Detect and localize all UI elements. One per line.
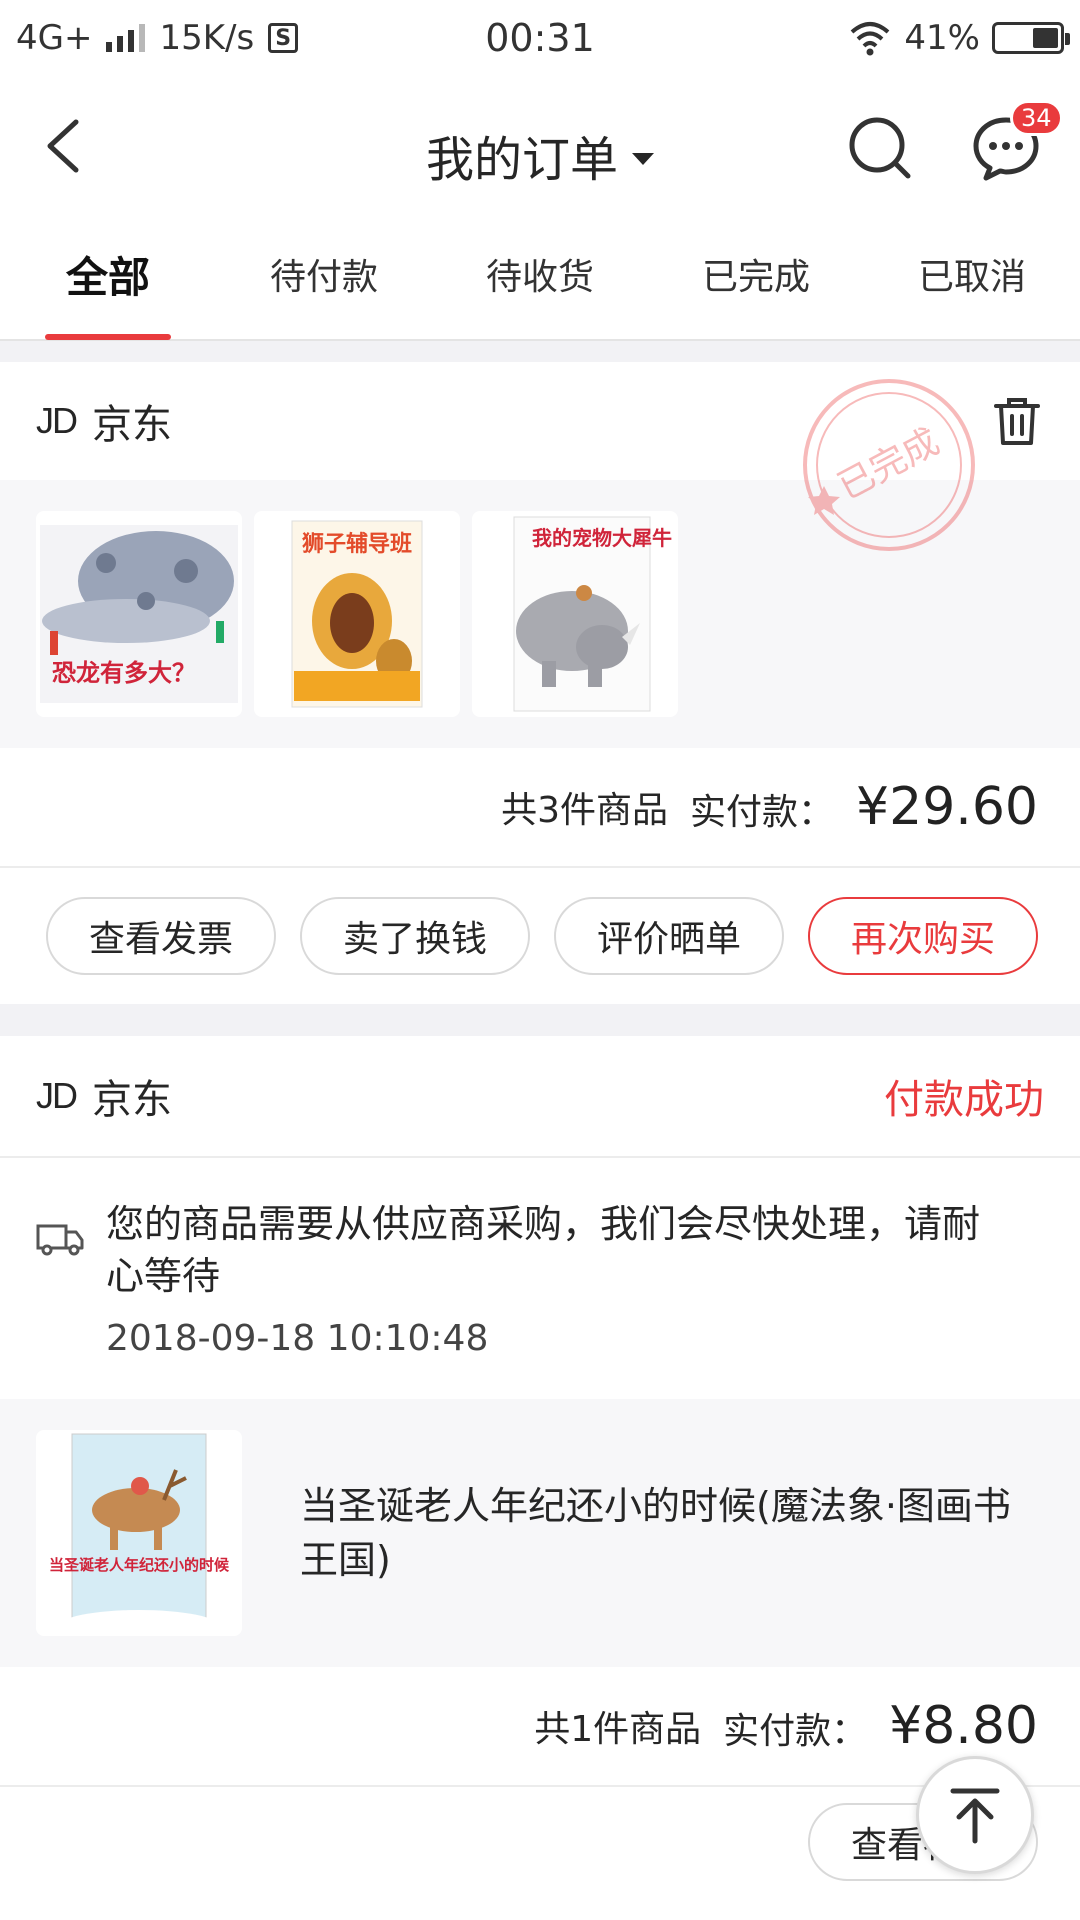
status-bar: 4G+ 15K/s S 00:31 41% (0, 0, 1080, 76)
battery-percent: 41% (904, 18, 980, 58)
back-to-top-button[interactable] (916, 1756, 1034, 1874)
truck-icon (36, 1224, 84, 1256)
message-badge: 34 (1010, 100, 1063, 136)
search-icon[interactable] (844, 112, 916, 184)
tab-all[interactable]: 全部 (0, 215, 216, 340)
arrow-up-icon (950, 1788, 1000, 1844)
sell-for-cash-button[interactable]: 卖了换钱 (300, 897, 530, 975)
network-speed: 15K/s (159, 18, 255, 58)
battery-icon (992, 22, 1070, 54)
svg-text:我的宠物大犀牛: 我的宠物大犀牛 (532, 526, 672, 550)
item-count: 共3件商品 (501, 790, 669, 831)
jd-logo-icon: JD (36, 1075, 78, 1116)
product-title[interactable]: 当圣诞老人年纪还小的时候(魔法象·图画书王国) (300, 1479, 1020, 1587)
book-cover-lion: 狮子辅导班 (291, 520, 423, 708)
product-cover[interactable]: 恐龙有多大？ (36, 511, 242, 717)
shop-row: JD 京东 已完成 (0, 362, 1080, 551)
shop-name[interactable]: 京东 (92, 392, 172, 450)
tab-cancelled[interactable]: 已取消 (864, 215, 1080, 340)
order-price: ¥29.60 (856, 777, 1038, 837)
shop-name[interactable]: 京东 (92, 1067, 172, 1125)
active-tab-indicator (45, 334, 171, 340)
order-card[interactable]: JD 京东 付款成功 您的商品需要从供应商采购，我们会尽快处理，请耐心等待 20… (0, 1036, 1080, 1920)
item-count: 共1件商品 (534, 1709, 702, 1750)
order-summary: 共1件商品 实付款： ¥8.80 (0, 1667, 1080, 1787)
dropdown-caret-icon (632, 153, 654, 165)
paid-label: 实付款： (690, 792, 835, 833)
order-price: ¥8.80 (889, 1696, 1038, 1756)
signal-icon (106, 24, 146, 52)
tab-completed[interactable]: 已完成 (648, 215, 864, 340)
logistics-info[interactable]: 您的商品需要从供应商采购，我们会尽快处理，请耐心等待 2018-09-18 10… (0, 1156, 1080, 1399)
order-card[interactable]: JD 京东 已完成 恐龙有多大？ 狮子辅导班 我的宠物大犀牛 共3件商品 实付款… (0, 362, 1080, 1004)
logistics-time: 2018-09-18 10:10:48 (106, 1318, 489, 1359)
tab-pending-receipt[interactable]: 待收货 (432, 215, 648, 340)
buy-again-button[interactable]: 再次购买 (808, 897, 1038, 975)
book-cover-dinosaur: 恐龙有多大？ (40, 525, 238, 703)
wifi-icon (851, 22, 890, 56)
tab-pending-payment[interactable]: 待付款 (216, 215, 432, 340)
order-actions: 查看发票 卖了换钱 评价晒单 再次购买 (0, 868, 1080, 1004)
product-row[interactable]: 当圣诞老人年纪还小的时候 当圣诞老人年纪还小的时候(魔法象·图画书王国) (0, 1399, 1080, 1667)
svg-text:当圣诞老人年纪还小的时候: 当圣诞老人年纪还小的时候 (49, 1556, 230, 1574)
book-cover-reindeer: 当圣诞老人年纪还小的时候 (49, 1433, 230, 1636)
jd-logo-icon: JD (36, 400, 78, 441)
order-status: 付款成功 (884, 1077, 1044, 1123)
review-button[interactable]: 评价晒单 (554, 897, 784, 975)
order-summary: 共3件商品 实付款： ¥29.60 (0, 748, 1080, 868)
product-cover[interactable]: 狮子辅导班 (254, 511, 460, 717)
svg-text:狮子辅导班: 狮子辅导班 (302, 531, 412, 557)
logistics-message: 您的商品需要从供应商采购，我们会尽快处理，请耐心等待 (106, 1202, 981, 1298)
network-type: 4G+ (16, 18, 93, 58)
product-cover[interactable]: 当圣诞老人年纪还小的时候 (36, 1430, 242, 1636)
trash-icon[interactable] (990, 394, 1044, 448)
s-icon: S (268, 23, 299, 53)
view-invoice-button[interactable]: 查看发票 (46, 897, 276, 975)
paid-label: 实付款： (723, 1711, 868, 1752)
page-title[interactable]: 我的订单 (0, 120, 1080, 190)
svg-text:恐龙有多大？: 恐龙有多大？ (52, 659, 196, 687)
order-tabs: 全部 待付款 待收货 已完成 已取消 (0, 216, 1080, 341)
product-cover[interactable]: 我的宠物大犀牛 (472, 511, 678, 717)
shop-row: JD 京东 付款成功 (0, 1036, 1080, 1156)
svg-text:已完成: 已完成 (831, 421, 946, 508)
navigation-bar: 我的订单 34 (0, 76, 1080, 216)
book-cover-rhino: 我的宠物大犀牛 (513, 516, 672, 712)
completed-stamp: 已完成 (803, 379, 975, 551)
